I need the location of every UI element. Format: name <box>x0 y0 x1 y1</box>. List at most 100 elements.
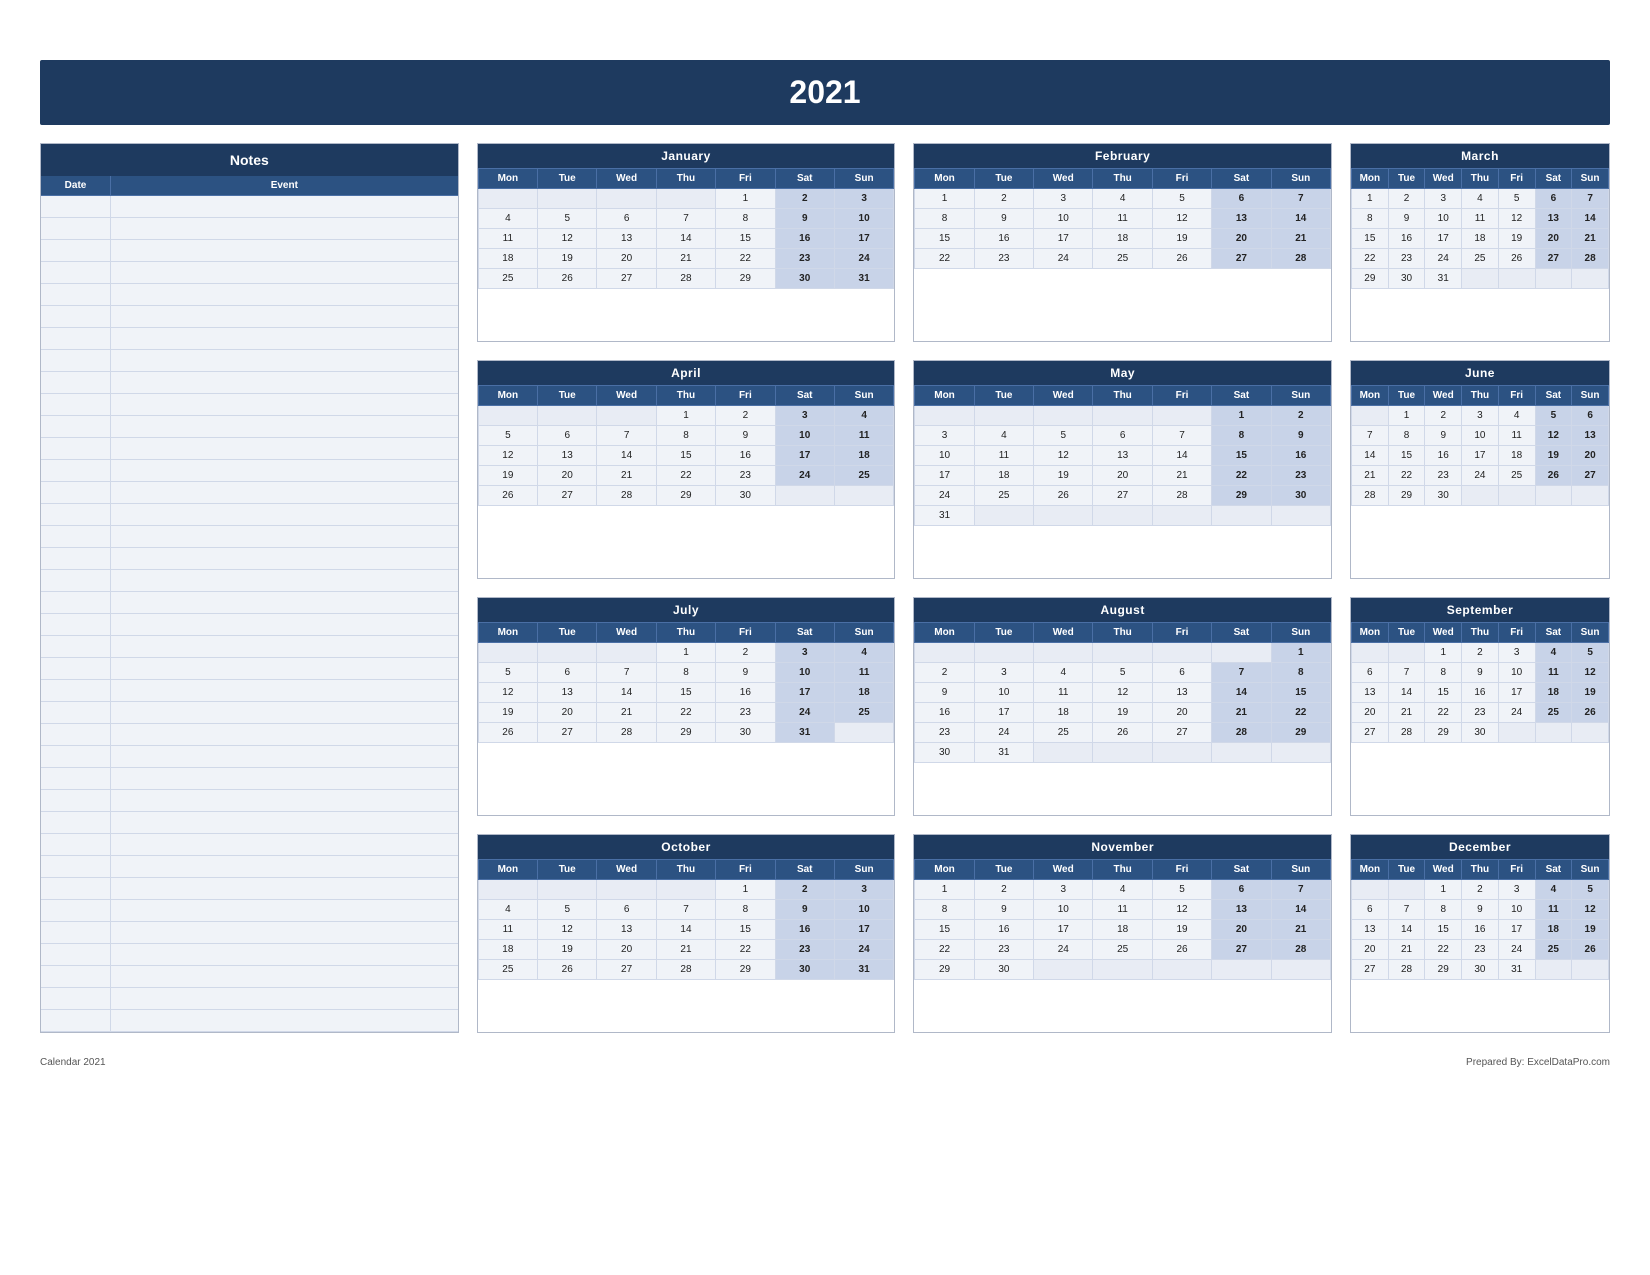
notes-row <box>41 548 458 570</box>
month-title: July <box>478 598 895 622</box>
notes-row-date-cell <box>41 834 111 855</box>
cal-day: 8 <box>915 900 974 920</box>
notes-row-event-cell <box>111 262 458 283</box>
cal-day: 8 <box>915 209 974 229</box>
cal-day: 2 <box>775 189 834 209</box>
weekday-header-fri: Fri <box>1498 386 1535 406</box>
cal-day <box>1271 960 1330 980</box>
cal-day: 21 <box>597 466 656 486</box>
cal-day <box>538 643 597 663</box>
cal-day: 3 <box>915 426 974 446</box>
notes-row-date-cell <box>41 1010 111 1031</box>
cal-day: 22 <box>1425 703 1462 723</box>
cal-day: 8 <box>716 209 775 229</box>
notes-row-event-cell <box>111 746 458 767</box>
cal-day: 25 <box>834 466 893 486</box>
cal-day <box>597 880 656 900</box>
cal-day: 5 <box>1034 426 1093 446</box>
cal-day: 7 <box>1212 663 1271 683</box>
weekday-header-sat: Sat <box>1535 860 1572 880</box>
cal-day: 19 <box>538 249 597 269</box>
notes-row-date-cell <box>41 548 111 569</box>
cal-day <box>1093 960 1152 980</box>
month-title: November <box>914 835 1331 859</box>
cal-day: 20 <box>1093 466 1152 486</box>
weekday-header-fri: Fri <box>716 386 775 406</box>
cal-day <box>834 486 893 506</box>
cal-day: 17 <box>974 703 1033 723</box>
cal-day: 27 <box>1212 940 1271 960</box>
cal-day: 6 <box>597 900 656 920</box>
cal-day <box>1093 643 1152 663</box>
cal-day <box>1462 269 1499 289</box>
cal-day: 11 <box>974 446 1033 466</box>
cal-day: 31 <box>974 743 1033 763</box>
cal-table: MonTueWedThuFriSatSun1234567891011121314… <box>914 168 1331 269</box>
cal-day: 15 <box>915 920 974 940</box>
cal-day: 29 <box>1425 723 1462 743</box>
cal-day: 1 <box>1271 643 1330 663</box>
cal-day: 19 <box>478 703 537 723</box>
cal-day <box>915 406 974 426</box>
cal-day: 3 <box>834 189 893 209</box>
footer: Calendar 2021 Prepared By: ExcelDataPro.… <box>40 1057 1610 1068</box>
cal-day: 5 <box>1498 189 1535 209</box>
cal-day: 6 <box>1572 406 1609 426</box>
cal-day: 21 <box>1212 703 1271 723</box>
cal-day: 8 <box>1212 426 1271 446</box>
cal-day: 18 <box>1093 229 1152 249</box>
notes-row <box>41 702 458 724</box>
cal-day: 27 <box>1572 466 1609 486</box>
weekday-header-thu: Thu <box>1093 386 1152 406</box>
notes-row <box>41 768 458 790</box>
cal-day: 18 <box>1535 920 1572 940</box>
weekday-header-mon: Mon <box>478 860 537 880</box>
cal-day: 24 <box>1425 249 1462 269</box>
cal-day: 1 <box>716 189 775 209</box>
cal-day <box>597 189 656 209</box>
month-block-january: JanuaryMonTueWedThuFriSatSun123456789101… <box>477 143 896 342</box>
cal-day: 12 <box>1535 426 1572 446</box>
cal-day: 14 <box>1351 446 1388 466</box>
cal-day: 4 <box>834 406 893 426</box>
month-block-october: OctoberMonTueWedThuFriSatSun123456789101… <box>477 834 896 1033</box>
cal-day: 24 <box>915 486 974 506</box>
weekday-header-fri: Fri <box>716 623 775 643</box>
notes-row-event-cell <box>111 724 458 745</box>
notes-row-event-cell <box>111 416 458 437</box>
cal-day: 27 <box>1212 249 1271 269</box>
cal-day: 22 <box>716 249 775 269</box>
cal-day: 5 <box>478 426 537 446</box>
weekday-header-thu: Thu <box>656 860 715 880</box>
notes-row-date-cell <box>41 482 111 503</box>
notes-row-date-cell <box>41 240 111 261</box>
cal-day: 19 <box>1535 446 1572 466</box>
cal-day: 4 <box>1462 189 1499 209</box>
cal-day: 14 <box>1212 683 1271 703</box>
cal-day: 10 <box>1462 426 1499 446</box>
notes-row-date-cell <box>41 196 111 217</box>
weekday-header-sat: Sat <box>1212 860 1271 880</box>
notes-rows <box>41 196 458 1032</box>
cal-day <box>1034 643 1093 663</box>
notes-row <box>41 988 458 1010</box>
notes-row <box>41 592 458 614</box>
notes-row <box>41 966 458 988</box>
cal-day: 10 <box>1034 209 1093 229</box>
cal-day: 11 <box>1034 683 1093 703</box>
cal-day: 19 <box>1093 703 1152 723</box>
cal-day: 28 <box>1388 723 1425 743</box>
cal-day: 17 <box>1462 446 1499 466</box>
cal-day <box>1271 743 1330 763</box>
weekday-header-fri: Fri <box>716 169 775 189</box>
cal-day: 30 <box>1271 486 1330 506</box>
cal-day: 17 <box>1425 229 1462 249</box>
cal-day: 6 <box>1351 663 1388 683</box>
page: 2021 JanuaryMonTueWedThuFriSatSun1234567… <box>0 0 1650 1108</box>
cal-day <box>1572 269 1609 289</box>
notes-row <box>41 306 458 328</box>
cal-day: 25 <box>478 960 537 980</box>
cal-day: 6 <box>597 209 656 229</box>
weekday-header-tue: Tue <box>538 169 597 189</box>
cal-day: 7 <box>656 209 715 229</box>
